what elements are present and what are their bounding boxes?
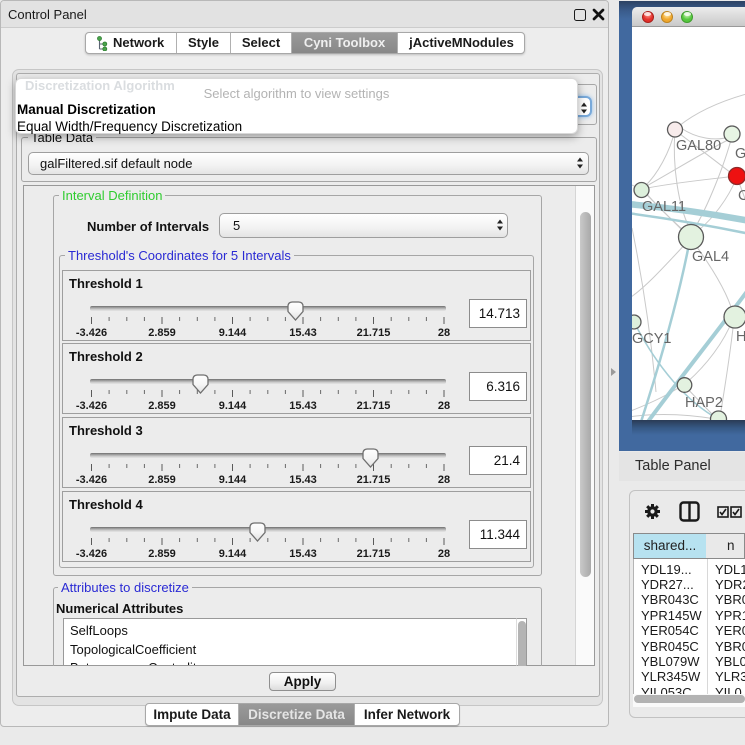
svg-text:HAP2: HAP2 [685, 395, 723, 411]
svg-text:GAL80: GAL80 [676, 138, 721, 154]
svg-text:C: C [738, 188, 745, 204]
svg-text:G: G [735, 146, 745, 162]
svg-text:H: H [736, 329, 745, 345]
svg-text:GAL4: GAL4 [692, 249, 729, 265]
svg-text:GCY1: GCY1 [632, 331, 672, 347]
svg-text:GAL11: GAL11 [642, 199, 686, 215]
